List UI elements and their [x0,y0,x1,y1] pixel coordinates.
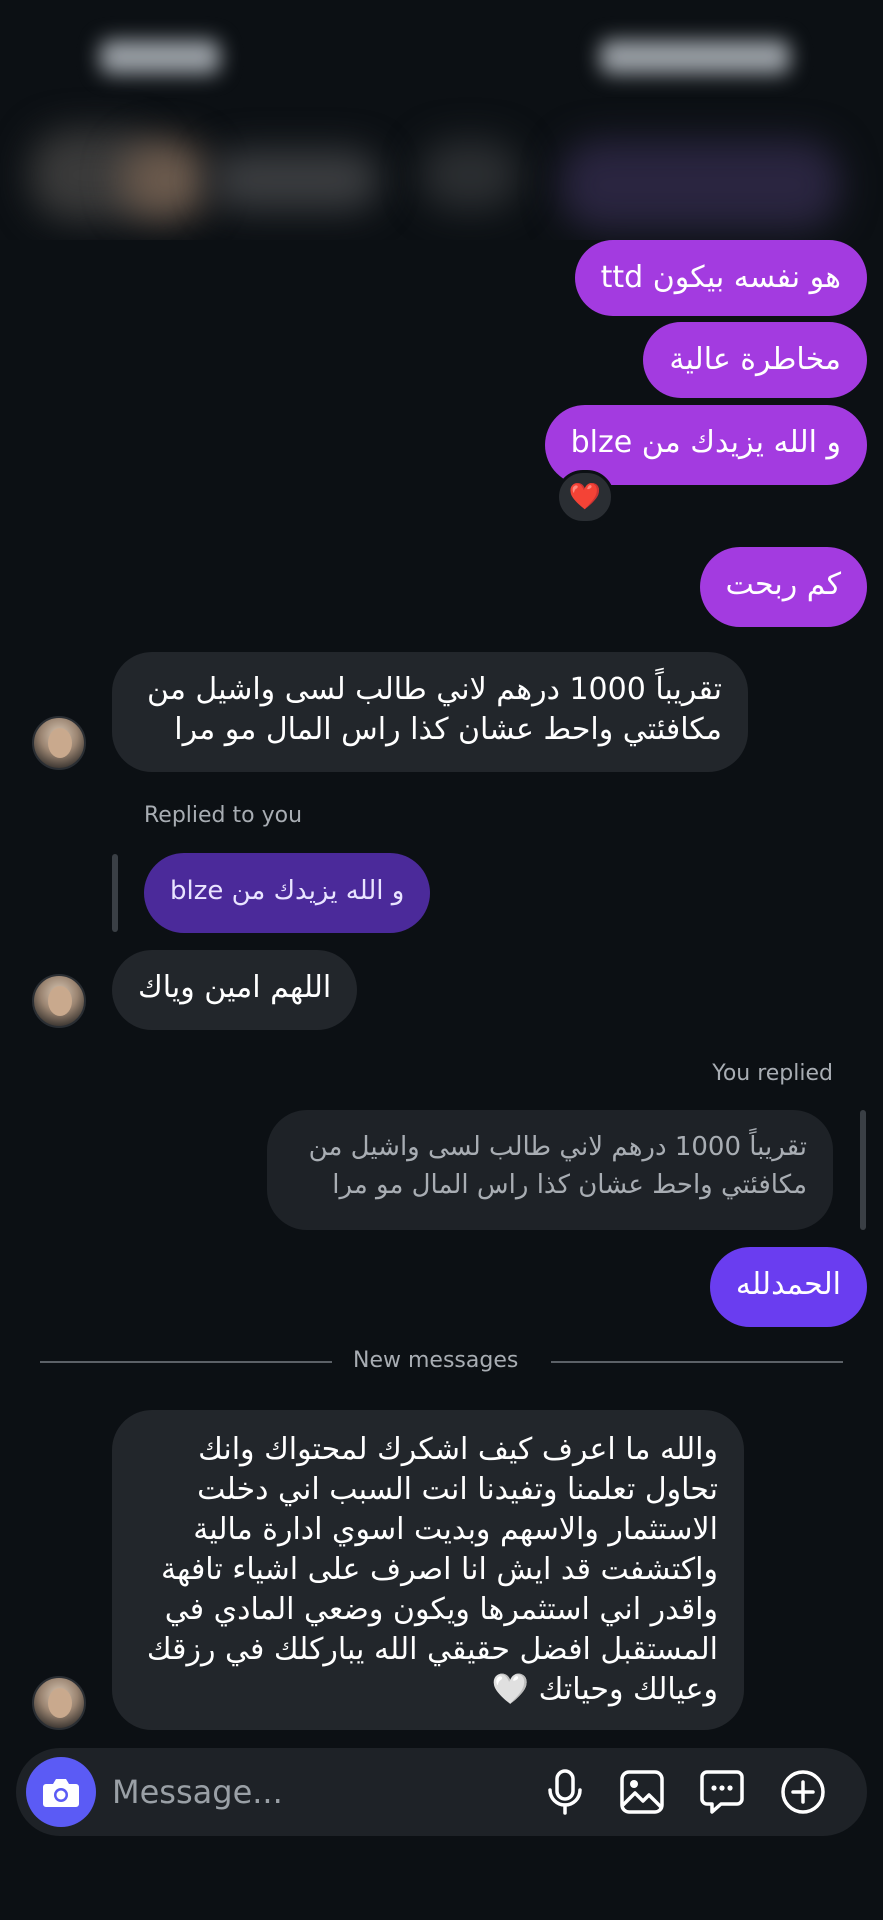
plus-icon [781,1770,825,1814]
quoted-text: تقريباً 1000 درهم لاني طالب لسى واشيل من [308,1132,807,1162]
message-input[interactable] [112,1768,512,1816]
message-line: والله ما اعرف كيف اشكرك لمحتواك وانك [198,1432,718,1467]
new-messages-label: New messages [353,1348,519,1373]
microphone-icon [548,1769,582,1815]
sticker-button[interactable] [696,1766,748,1818]
avatar[interactable] [32,716,86,770]
camera-icon [43,1779,79,1807]
avatar[interactable] [32,974,86,1028]
gallery-icon [620,1770,664,1814]
heart-icon: ❤️ [568,482,602,512]
blurred-header [0,0,883,240]
divider-line [40,1361,332,1363]
status-icons-blurred [600,40,790,74]
message-line: تحاول تعلمنا وتفيدنا انت السبب اني دخلت [197,1472,718,1507]
message-incoming[interactable]: اللهم امين وياك [112,950,358,1030]
message-outgoing[interactable]: الحمدلله [709,1247,867,1327]
message-outgoing[interactable]: هو نفسه بيكون ttd [574,240,867,316]
contact-name-blurred[interactable] [210,150,380,210]
message-text: هو نفسه بيكون ttd [600,260,841,295]
quoted-text: و الله يزيدك من blze [170,876,405,906]
message-line: وعيالك وحياتك 🤍 [491,1672,718,1707]
avatar[interactable] [32,1676,86,1730]
heart-reaction[interactable]: ❤️ [556,470,614,524]
call-button-blurred[interactable] [420,140,520,210]
gallery-button[interactable] [616,1766,668,1818]
message-text: الحمدلله [735,1267,841,1302]
message-line: المستقبل افضل حقيقي الله يباركلك في رزقك [146,1632,718,1667]
status-time-blurred [100,40,220,74]
microphone-button[interactable] [539,1766,591,1818]
quote-bar [112,854,118,932]
quoted-message[interactable]: تقريباً 1000 درهم لاني طالب لسى واشيل من… [267,1110,833,1230]
message-line: الاستثمار والاسهم وبديت اسوي ادارة مالية [193,1512,718,1547]
message-text: مخاطرة عالية [669,342,841,377]
message-text: تقريباً 1000 درهم لاني طالب لسى واشيل من [146,672,722,707]
message-line: واكتشفت قد ايش انا اصرف على اشياء تافهة [161,1552,718,1587]
divider-line [551,1361,843,1363]
message-text: مكافئتي واحط عشان كذا راس المال مو مرا [174,712,722,747]
camera-button[interactable] [26,1757,96,1827]
contact-avatar-blurred[interactable] [120,140,210,220]
replied-to-you-label: Replied to you [144,803,303,828]
sticker-icon [700,1770,744,1814]
message-incoming[interactable]: تقريباً 1000 درهم لاني طالب لسى واشيل من… [112,652,748,772]
message-line: واقدر اني استثمرها ويكون وضعي المادي في [164,1592,718,1627]
plus-button[interactable] [777,1766,829,1818]
quote-bar [860,1110,866,1230]
quoted-message[interactable]: و الله يزيدك من blze [144,853,431,933]
quoted-text: مكافئتي واحط عشان كذا راس المال مو مرا [332,1170,807,1200]
message-text: اللهم امين وياك [138,970,332,1005]
message-text: و الله يزيدك من blze [570,425,841,460]
message-outgoing[interactable]: مخاطرة عالية [643,322,867,398]
message-outgoing[interactable]: كم ربحت [699,547,867,627]
message-text: كم ربحت [725,567,841,602]
message-incoming[interactable]: والله ما اعرف كيف اشكرك لمحتواك وانك تحا… [112,1410,744,1730]
video-info-blurred[interactable] [560,140,840,230]
you-replied-label: You replied [712,1061,833,1086]
